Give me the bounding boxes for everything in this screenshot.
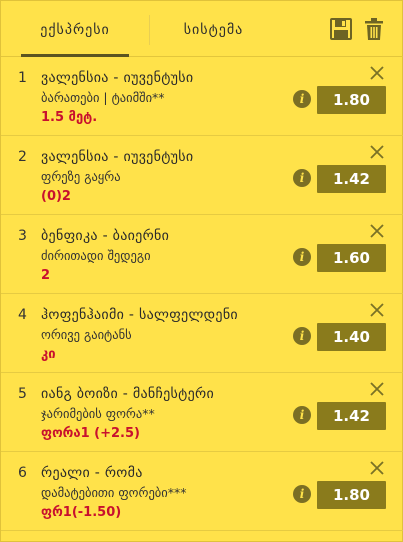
bet-number: 6 [18, 465, 27, 481]
info-icon[interactable]: i [293, 327, 311, 345]
bet-market: ბარათები | ტაიმში** [41, 90, 165, 105]
close-icon[interactable] [370, 224, 384, 238]
info-icon[interactable]: i [293, 485, 311, 503]
bet-match: რეალი - რომა [41, 465, 143, 481]
bet-match: იანგ ბოიზი - მანჩესტერი [41, 386, 214, 402]
bet-row: 6 რეალი - რომა დამატებითი ფორები*** ფრ1(… [1, 453, 403, 531]
odd-button[interactable]: 1.80 [317, 86, 386, 114]
odd-button[interactable]: 1.60 [317, 244, 386, 272]
info-icon[interactable]: i [293, 169, 311, 187]
close-icon[interactable] [370, 66, 384, 80]
bet-market: ორივე გაიტანს [41, 327, 132, 342]
close-icon[interactable] [370, 461, 384, 475]
bet-market: ფრეზე გაყრა [41, 169, 121, 184]
bet-market: დამატებითი ფორები*** [41, 485, 187, 500]
bet-market: ძირითადი შედეგი [41, 248, 151, 263]
close-icon[interactable] [370, 145, 384, 159]
odd-button[interactable]: 1.80 [317, 481, 386, 509]
bet-row: 4 ჰოფენჰაიმი - სალფელდენი ორივე გაიტანს … [1, 295, 403, 373]
bet-pick: 1.5 მეტ. [41, 110, 98, 125]
bet-match: ვალენსია - იუვენტუსი [41, 149, 194, 165]
odd-button[interactable]: 1.42 [317, 165, 386, 193]
odd-button[interactable]: 1.40 [317, 323, 386, 351]
bet-pick: კი [41, 347, 56, 362]
bet-number: 3 [18, 228, 27, 244]
info-icon[interactable]: i [293, 248, 311, 266]
bet-row: 1 ვალენსია - იუვენტუსი ბარათები | ტაიმში… [1, 58, 403, 136]
bet-pick: ფორა1 (+2.5) [41, 426, 140, 441]
odd-button[interactable]: 1.42 [317, 402, 386, 430]
tab-express[interactable]: ექსპრესი [21, 1, 129, 57]
info-icon[interactable]: i [293, 90, 311, 108]
bet-number: 4 [18, 307, 27, 323]
bet-number: 5 [18, 386, 27, 402]
bet-pick: (0)2 [41, 189, 71, 204]
betslip-panel: ექსპრესი სისტემა 1 ვალენსია - იუვენტუსი … [0, 0, 403, 542]
bet-row: 2 ვალენსია - იუვენტუსი ფრეზე გაყრა (0)2 … [1, 137, 403, 215]
bet-pick: 2 [41, 268, 51, 283]
bet-row: 3 ბენფიკა - ბაიერნი ძირითადი შედეგი 2 i … [1, 216, 403, 294]
bet-match: ბენფიკა - ბაიერნი [41, 228, 170, 244]
bet-match: ჰოფენჰაიმი - სალფელდენი [41, 307, 238, 323]
bet-number: 2 [18, 149, 27, 165]
tab-system[interactable]: სისტემა [161, 1, 266, 56]
close-icon[interactable] [370, 303, 384, 317]
bet-match: ვალენსია - იუვენტუსი [41, 70, 194, 86]
bet-number: 1 [18, 70, 27, 86]
info-icon[interactable]: i [293, 406, 311, 424]
bet-row: 5 იანგ ბოიზი - მანჩესტერი ჯარიმების ფორა… [1, 374, 403, 452]
trash-icon[interactable] [363, 17, 385, 41]
bet-pick: ფრ1(-1.50) [41, 505, 122, 520]
bet-market: ჯარიმების ფორა** [41, 406, 155, 421]
save-icon[interactable] [330, 17, 352, 41]
betslip-tabs: ექსპრესი სისტემა [1, 1, 403, 57]
close-icon[interactable] [370, 382, 384, 396]
tab-divider [149, 15, 150, 45]
